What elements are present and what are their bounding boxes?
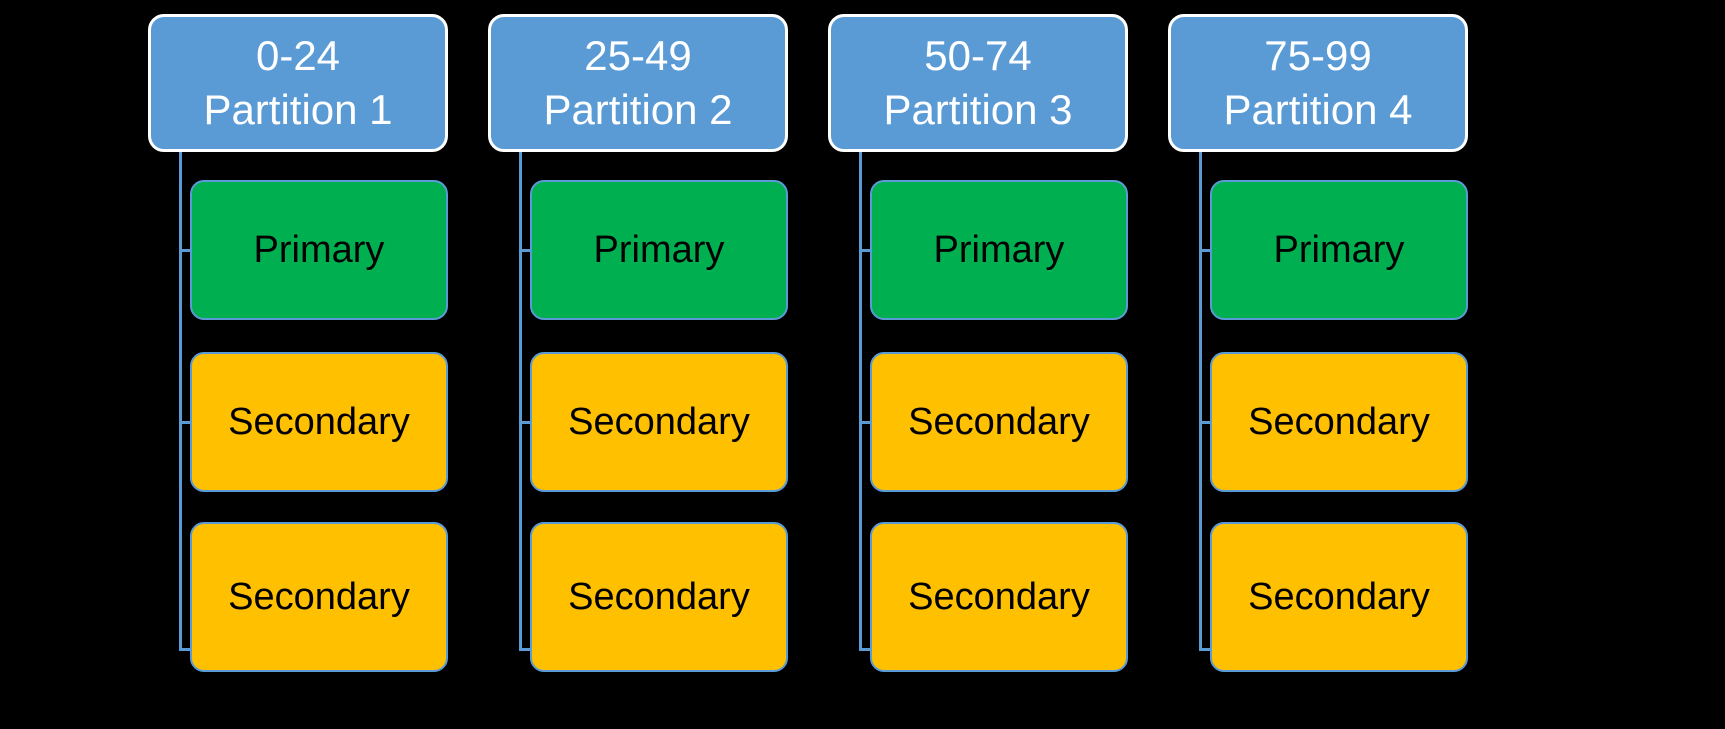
- partition-range-4: 75-99: [1264, 32, 1372, 80]
- partition-column-1: 0-24 Partition 1 Primary Secondary Secon…: [148, 0, 458, 729]
- replica-primary-3[interactable]: Primary: [870, 180, 1128, 320]
- partition-name-2: Partition 2: [543, 86, 733, 133]
- partition-header-1[interactable]: 0-24 Partition 1: [148, 14, 448, 152]
- connector-trunk-2: [519, 152, 522, 651]
- partition-column-3: 50-74 Partition 3 Primary Secondary Seco…: [828, 0, 1138, 729]
- replica-role-label: Secondary: [1248, 575, 1430, 618]
- replica-role-label: Secondary: [568, 575, 750, 618]
- replica-role-label: Secondary: [228, 400, 410, 443]
- replica-secondary-1-2[interactable]: Secondary: [530, 352, 788, 492]
- replica-primary-1[interactable]: Primary: [190, 180, 448, 320]
- connector-trunk-3: [859, 152, 862, 651]
- replica-secondary-1-1[interactable]: Secondary: [190, 352, 448, 492]
- partition-name-1: Partition 1: [203, 86, 393, 133]
- partition-range-1: 0-24: [255, 32, 341, 80]
- replica-role-label: Secondary: [1248, 400, 1430, 443]
- partition-name-3: Partition 3: [883, 86, 1073, 133]
- partition-name-4: Partition 4: [1223, 86, 1413, 133]
- connector-trunk-4: [1199, 152, 1202, 651]
- partition-range-3: 50-74: [924, 32, 1032, 80]
- partition-header-4[interactable]: 75-99 Partition 4: [1168, 14, 1468, 152]
- replica-secondary-2-4[interactable]: Secondary: [1210, 522, 1468, 672]
- replica-primary-2[interactable]: Primary: [530, 180, 788, 320]
- replica-role-label: Secondary: [908, 400, 1090, 443]
- partition-header-3[interactable]: 50-74 Partition 3: [828, 14, 1128, 152]
- partition-range-2: 25-49: [584, 32, 692, 80]
- replica-role-label: Secondary: [228, 575, 410, 618]
- replica-role-label: Primary: [593, 228, 725, 271]
- replica-primary-4[interactable]: Primary: [1210, 180, 1468, 320]
- replica-secondary-2-3[interactable]: Secondary: [870, 522, 1128, 672]
- partition-column-4: 75-99 Partition 4 Primary Secondary Seco…: [1168, 0, 1478, 729]
- partition-column-2: 25-49 Partition 2 Primary Secondary Seco…: [488, 0, 798, 729]
- replica-role-label: Primary: [933, 228, 1065, 271]
- connector-trunk-1: [179, 152, 182, 651]
- partition-header-2[interactable]: 25-49 Partition 2: [488, 14, 788, 152]
- replica-secondary-2-2[interactable]: Secondary: [530, 522, 788, 672]
- replica-role-label: Primary: [1273, 228, 1405, 271]
- replica-secondary-1-3[interactable]: Secondary: [870, 352, 1128, 492]
- replica-secondary-2-1[interactable]: Secondary: [190, 522, 448, 672]
- replica-role-label: Secondary: [568, 400, 750, 443]
- replica-role-label: Primary: [253, 228, 385, 271]
- replica-secondary-1-4[interactable]: Secondary: [1210, 352, 1468, 492]
- partition-replication-diagram: 0-24 Partition 1 Primary Secondary Secon…: [0, 0, 1725, 729]
- replica-role-label: Secondary: [908, 575, 1090, 618]
